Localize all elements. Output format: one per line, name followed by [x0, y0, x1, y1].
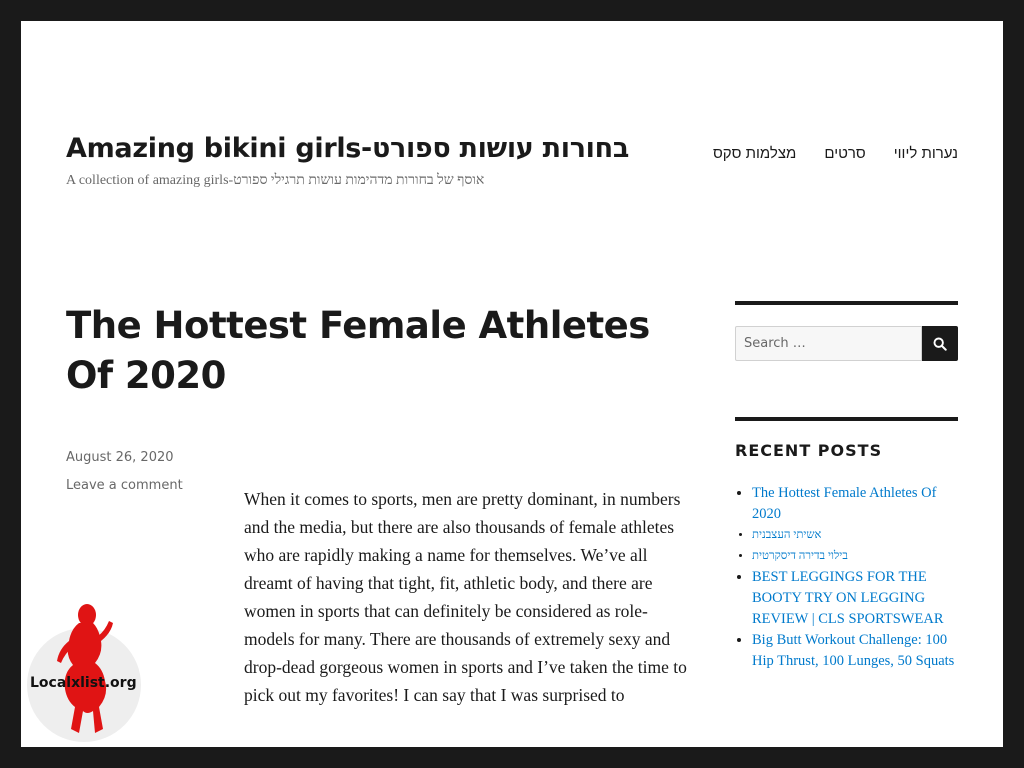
nav-item-sex-cams[interactable]: מצלמות סקס: [713, 145, 796, 162]
leave-comment-link[interactable]: Leave a comment: [66, 472, 183, 500]
search-input[interactable]: [735, 326, 922, 361]
site-title[interactable]: Amazing bikini girls-בחורות עושות ספורט: [66, 133, 629, 164]
search-form: [735, 326, 958, 361]
recent-post-link[interactable]: Big Butt Workout Challenge: 100 Hip Thru…: [752, 632, 954, 669]
list-item: BEST LEGGINGS FOR THE BOOTY TRY ON LEGGI…: [752, 567, 958, 630]
list-item: The Hottest Female Athletes Of 2020: [752, 483, 958, 525]
recent-posts-heading: RECENT POSTS: [735, 441, 883, 460]
recent-post-link[interactable]: אשיתי העצבנית: [752, 529, 821, 541]
site-description: A collection of amazing girls-אוסף של בח…: [66, 173, 485, 188]
recent-posts-widget-divider: [735, 417, 958, 421]
search-widget-divider: [735, 301, 958, 305]
main-navigation: מצלמות סקס סרטים נערות ליווי: [713, 145, 958, 162]
list-item: Big Butt Workout Challenge: 100 Hip Thru…: [752, 630, 958, 672]
nav-item-escorts[interactable]: נערות ליווי: [894, 145, 958, 162]
post-meta: August 26, 2020 Leave a comment: [66, 444, 183, 500]
watermark-text: Localxlist.org: [30, 675, 137, 691]
recent-post-link[interactable]: בילוי בדירה דיסקרטית: [752, 550, 848, 562]
post-date-link[interactable]: August 26, 2020: [66, 444, 183, 472]
recent-posts-list: The Hottest Female Athletes Of 2020 אשית…: [735, 483, 958, 672]
recent-post-link[interactable]: BEST LEGGINGS FOR THE BOOTY TRY ON LEGGI…: [752, 569, 944, 627]
list-item: אשיתי העצבנית: [752, 525, 958, 546]
recent-post-link[interactable]: The Hottest Female Athletes Of 2020: [752, 485, 936, 522]
silhouette-logo-icon: [57, 604, 113, 733]
search-icon: [933, 337, 947, 351]
post-title: The Hottest Female Athletes Of 2020: [66, 304, 650, 397]
page: Amazing bikini girls-בחורות עושות ספורט …: [21, 21, 1003, 747]
list-item: בילוי בדירה דיסקרטית: [752, 546, 958, 567]
nav-item-movies[interactable]: סרטים: [824, 145, 865, 162]
post-content: When it comes to sports, men are pretty …: [244, 489, 687, 705]
localxlist-watermark-badge[interactable]: Localxlist.org: [27, 603, 155, 743]
search-button[interactable]: [922, 326, 958, 361]
